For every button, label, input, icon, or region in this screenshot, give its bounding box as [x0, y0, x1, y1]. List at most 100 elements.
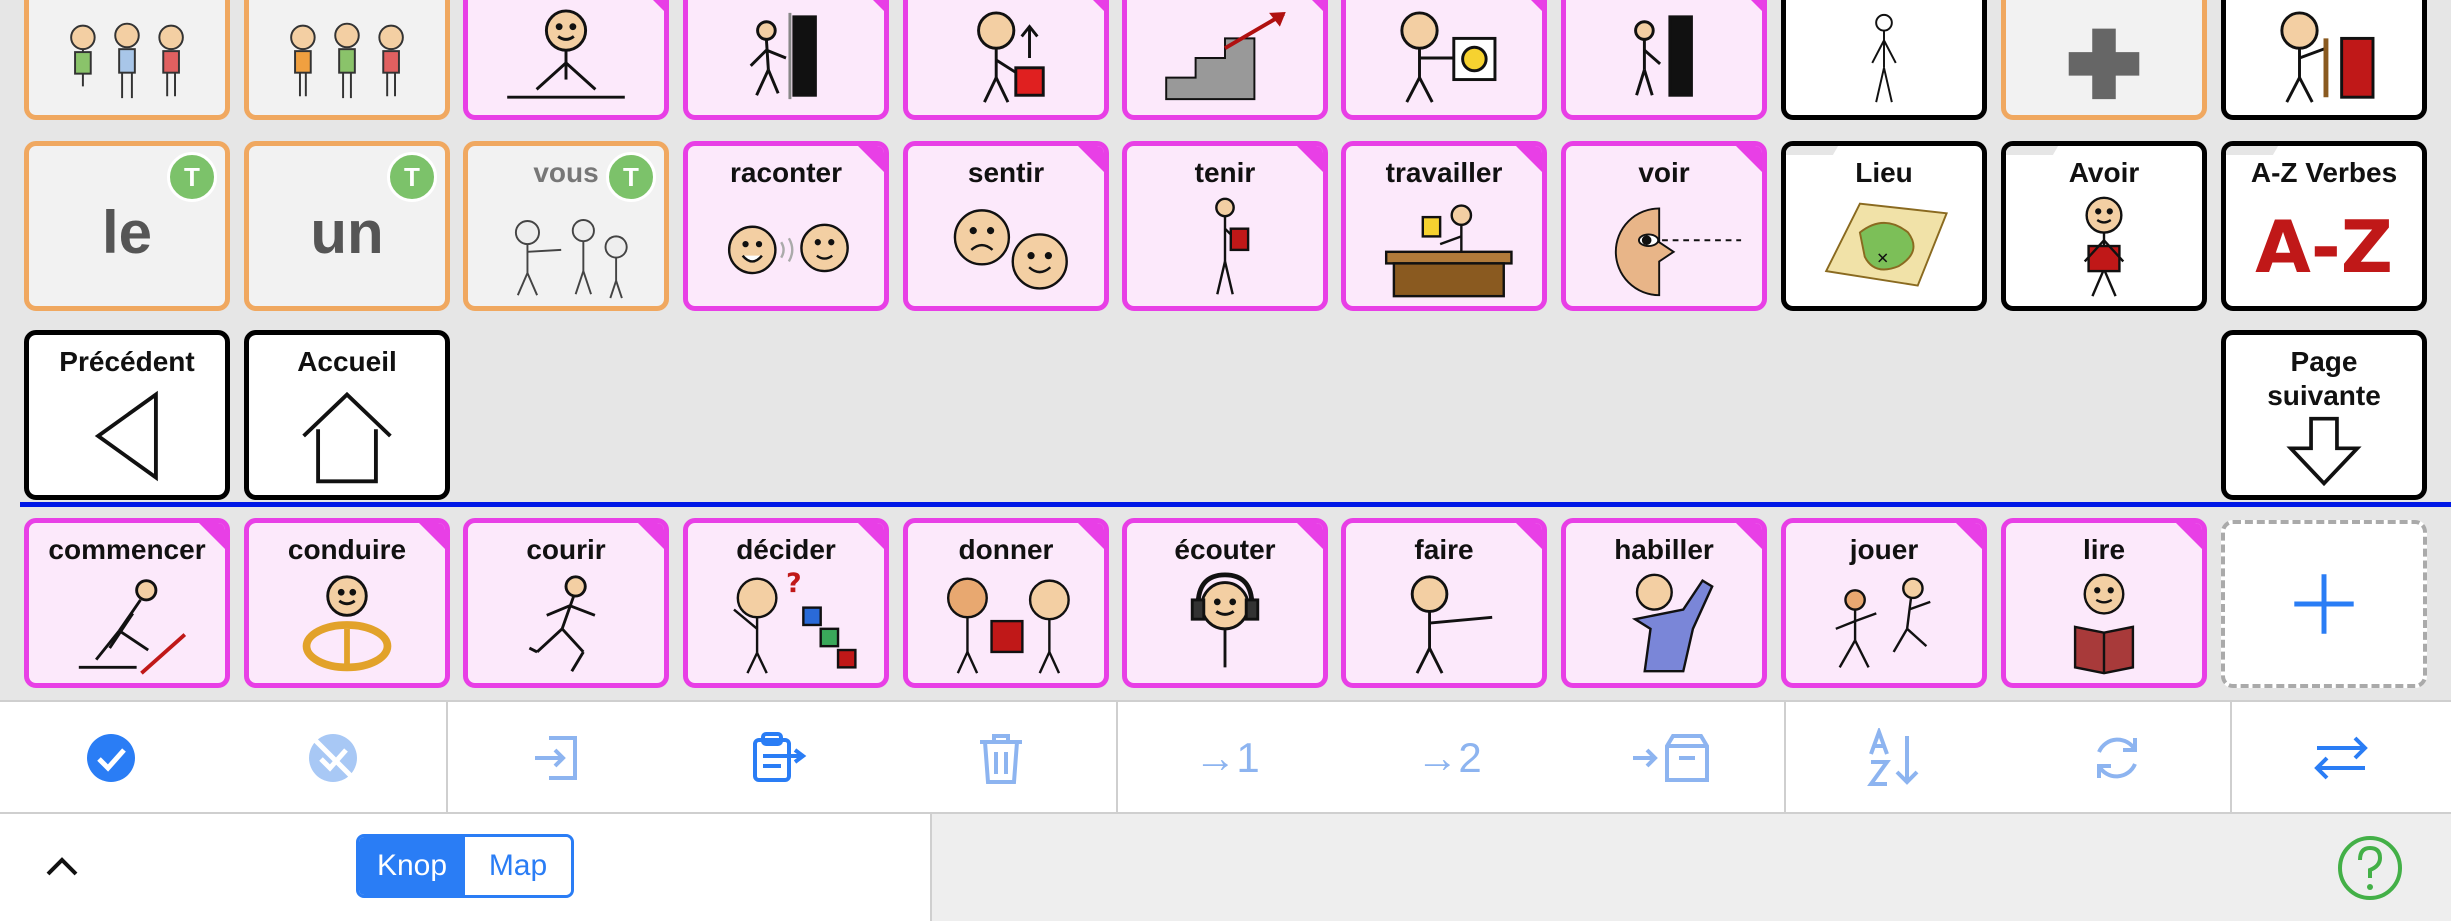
verb-cell-sit[interactable]	[463, 0, 669, 120]
verb-cell-sentir[interactable]: sentir	[903, 141, 1109, 311]
running-person-icon	[468, 571, 664, 677]
cell-label: écouter	[1174, 534, 1276, 565]
deselect-button[interactable]	[222, 702, 444, 814]
verb-cell-climb[interactable]	[1122, 0, 1328, 120]
word-un: un	[310, 199, 384, 266]
help-button[interactable]	[2336, 834, 2404, 907]
folder-cell-az-verbes[interactable]: A-Z Verbes A-Z	[2221, 141, 2427, 311]
verb-cell-ecouter[interactable]: écouter	[1122, 518, 1328, 688]
svg-text:✕: ✕	[1876, 249, 1889, 267]
folder-cell-lieu[interactable]: Lieu ✕	[1781, 141, 1987, 311]
swap-arrows-icon	[2314, 736, 2368, 780]
verb-cell-raconter[interactable]: raconter	[683, 141, 889, 311]
lift-box-icon	[908, 7, 1104, 109]
check-circle-icon	[87, 734, 135, 782]
plus-icon	[2294, 574, 2354, 634]
giving-box-icon	[908, 571, 1104, 677]
home-button[interactable]: Accueil	[244, 330, 450, 500]
standing-person-icon	[1786, 7, 1982, 109]
folder-cell-build[interactable]	[2221, 0, 2427, 120]
select-all-button[interactable]	[0, 702, 222, 814]
holding-book-icon	[1127, 194, 1323, 300]
det-cell-plus[interactable]	[2001, 0, 2207, 120]
cell-label: Lieu	[1855, 157, 1913, 188]
kids-playing-icon	[1786, 571, 1982, 677]
cell-label: conduire	[287, 534, 407, 565]
cell-label: décider	[736, 534, 836, 565]
det-cell-un[interactable]: T un	[244, 141, 450, 311]
verb-cell-donner[interactable]: donner	[903, 518, 1109, 688]
verb-cell-conduire[interactable]: conduire	[244, 518, 450, 688]
collapse-chevron-button[interactable]	[40, 846, 84, 891]
desk-work-icon	[1346, 194, 1542, 300]
verb-cell-faire[interactable]: faire	[1341, 518, 1547, 688]
cell-label: lire	[2082, 534, 2126, 565]
verb-cell-enter[interactable]	[1561, 0, 1767, 120]
verb-cell-exit[interactable]	[683, 0, 889, 120]
next-page-button[interactable]: Page suivante	[2221, 330, 2427, 500]
person-at-table-icon	[468, 7, 664, 109]
word-le: le	[101, 199, 153, 266]
move-into-button[interactable]	[446, 702, 668, 814]
plus-sign-icon	[2006, 7, 2202, 109]
check-circle-slash-icon	[309, 734, 357, 782]
people-group-icon	[29, 5, 225, 109]
verb-cell-decider[interactable]: décider ?	[683, 518, 889, 688]
verb-cell-lire[interactable]: lire	[2001, 518, 2207, 688]
move-to-2-label: →2	[1416, 734, 1482, 781]
cell-label: habiller	[1614, 534, 1714, 565]
map-scroll-icon: ✕	[1786, 194, 1982, 300]
exit-door-icon	[688, 7, 884, 109]
runner-start-icon	[29, 571, 225, 677]
move-to-storage-button[interactable]	[1560, 702, 1782, 814]
hammer-person-icon	[2226, 7, 2422, 109]
eye-looking-icon	[1566, 194, 1762, 300]
paste-button[interactable]	[668, 702, 890, 814]
verb-cell-travailler[interactable]: travailler	[1341, 141, 1547, 311]
cell-label: Avoir	[2068, 157, 2140, 188]
trash-icon	[980, 734, 1022, 784]
verb-cell-commencer[interactable]: commencer	[24, 518, 230, 688]
cell-label: Page suivante	[2267, 346, 2381, 411]
az-glyph: A-Z	[2255, 205, 2393, 289]
verb-cell-tenir[interactable]: tenir	[1122, 141, 1328, 311]
cell-label: raconter	[729, 157, 843, 188]
thinking-choice-icon: ?	[688, 568, 884, 677]
reading-book-icon	[2006, 571, 2202, 677]
communication-grid: T le T un T vous raconter sentir tenir t…	[0, 0, 2451, 700]
segment-knop[interactable]: Knop	[359, 837, 465, 895]
verb-cell-habiller[interactable]: habiller	[1561, 518, 1767, 688]
cell-label: donner	[958, 534, 1054, 565]
divider-line	[20, 502, 2451, 507]
pointing-person-icon	[1346, 571, 1542, 677]
folder-cell-person[interactable]	[1781, 0, 1987, 120]
delete-button[interactable]	[890, 702, 1112, 814]
det-cell-vous[interactable]: T vous	[463, 141, 669, 311]
det-cell-le[interactable]: T le	[24, 141, 230, 311]
move-to-page-2-button[interactable]: →2	[1338, 702, 1560, 814]
cell-label: vous	[533, 157, 599, 188]
add-button-cell[interactable]	[2221, 520, 2427, 688]
cell-label: A-Z Verbes	[2250, 157, 2398, 188]
verb-cell-voir[interactable]: voir	[1561, 141, 1767, 311]
move-to-page-1-button[interactable]: →1	[1116, 702, 1338, 814]
mode-segmented-control: Knop Map	[356, 834, 574, 898]
t-badge: T	[167, 152, 217, 202]
segment-map[interactable]: Map	[465, 837, 571, 895]
az-letters-icon: A-Z	[2226, 194, 2422, 300]
people-group-cell-2[interactable]	[244, 0, 450, 120]
swap-button[interactable]	[2230, 702, 2451, 814]
people-group-cell[interactable]	[24, 0, 230, 120]
headphones-icon	[1127, 571, 1323, 677]
previous-page-button[interactable]: Précédent	[24, 330, 230, 500]
folder-cell-avoir[interactable]: Avoir	[2001, 141, 2207, 311]
verb-cell-lift[interactable]	[903, 0, 1109, 120]
verb-cell-jouer[interactable]: jouer	[1781, 518, 1987, 688]
cell-label: commencer	[48, 534, 206, 565]
verb-cell-courir[interactable]: courir	[463, 518, 669, 688]
cell-label: courir	[526, 534, 606, 565]
verb-cell-show[interactable]	[1341, 0, 1547, 120]
t-badge: T	[387, 152, 437, 202]
sort-az-button[interactable]	[1784, 702, 2006, 814]
refresh-button[interactable]	[2006, 702, 2228, 814]
